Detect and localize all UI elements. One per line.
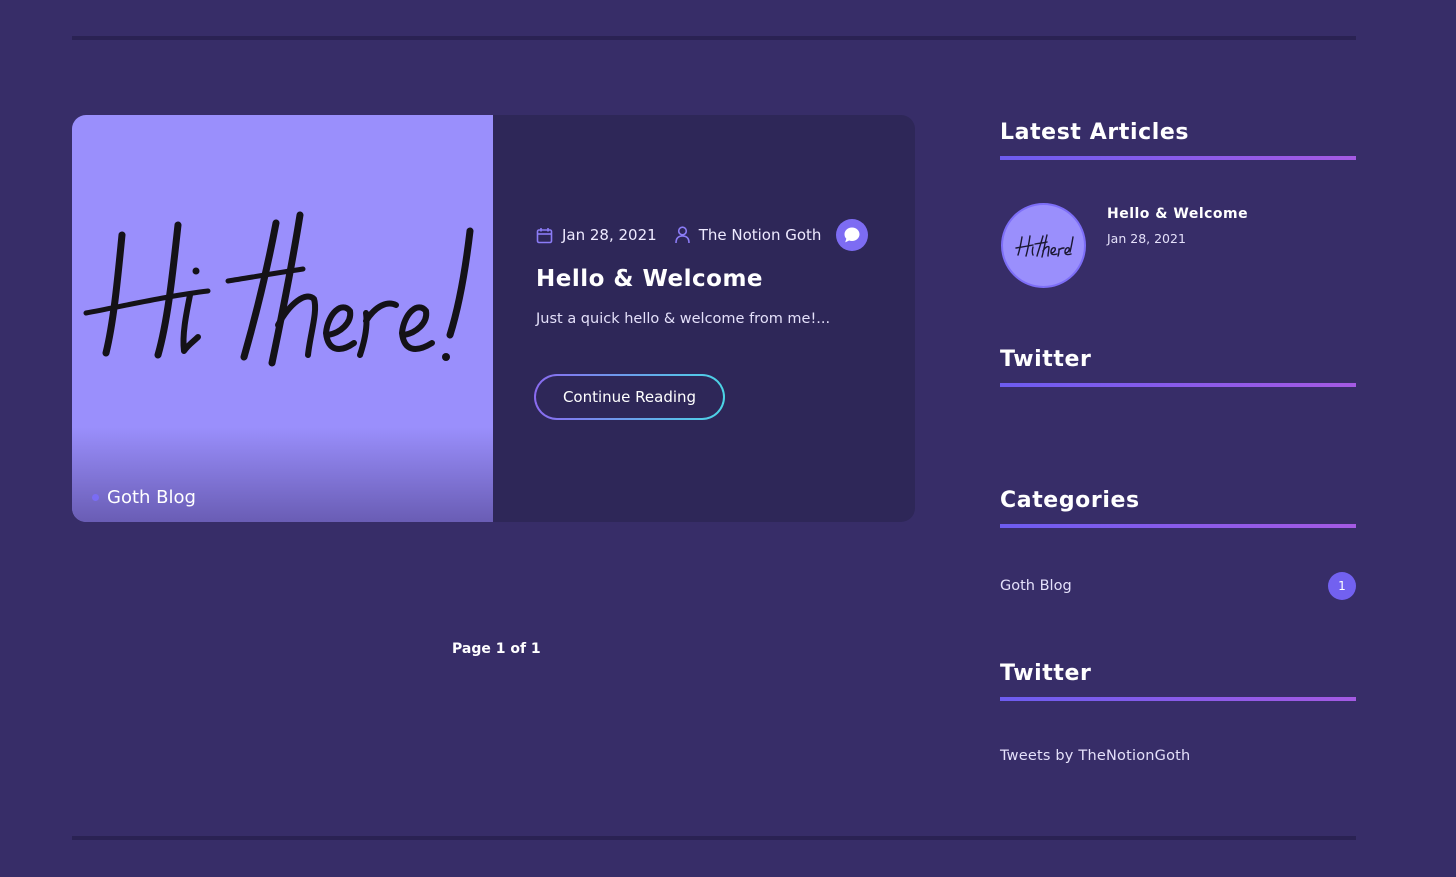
heading-underline <box>1000 697 1356 701</box>
comment-bubble-icon <box>844 227 860 243</box>
post-card-body: Jan 28, 2021 The Notion Goth Hello & Wel… <box>493 115 915 522</box>
post-card: Goth Blog Jan 28, 2021 The Notion Goth H… <box>72 115 915 522</box>
heading-underline <box>1000 156 1356 160</box>
continue-reading-label: Continue Reading <box>536 376 723 418</box>
categories-title: Categories <box>1000 488 1140 513</box>
pagination-label: Page 1 of 1 <box>452 641 541 657</box>
post-excerpt: Just a quick hello & welcome from me!... <box>536 311 831 327</box>
latest-article-thumbnail[interactable] <box>1001 203 1086 288</box>
twitter-title-secondary: Twitter <box>1000 661 1092 686</box>
twitter-heading-secondary: Twitter <box>1000 661 1356 701</box>
bottom-divider <box>72 836 1356 840</box>
comments-button[interactable] <box>836 219 869 251</box>
post-title[interactable]: Hello & Welcome <box>536 266 763 292</box>
post-author[interactable]: The Notion Goth <box>674 226 822 244</box>
heading-underline <box>1000 383 1356 387</box>
category-dot-icon <box>92 494 99 501</box>
category-label: Goth Blog <box>1000 578 1072 594</box>
twitter-title: Twitter <box>1000 347 1092 372</box>
latest-articles-title: Latest Articles <box>1000 120 1190 145</box>
categories-heading: Categories <box>1000 488 1356 528</box>
calendar-icon <box>536 227 553 243</box>
post-category-label: Goth Blog <box>107 487 196 508</box>
category-count-badge: 1 <box>1328 572 1356 600</box>
twitter-heading: Twitter <box>1000 347 1356 387</box>
hi-there-thumbnail-image <box>1014 233 1074 258</box>
post-author-text: The Notion Goth <box>698 226 822 244</box>
heading-underline <box>1000 524 1356 528</box>
hi-there-handwriting-image <box>83 211 474 367</box>
user-icon <box>674 226 690 244</box>
continue-reading-button[interactable]: Continue Reading <box>534 374 725 420</box>
post-meta: Jan 28, 2021 The Notion Goth <box>536 219 869 251</box>
top-divider <box>72 36 1356 40</box>
latest-article-title[interactable]: Hello & Welcome <box>1107 206 1248 222</box>
post-date: Jan 28, 2021 <box>536 226 657 244</box>
post-featured-image[interactable]: Goth Blog <box>72 115 493 522</box>
tweets-by-link[interactable]: Tweets by TheNotionGoth <box>1000 748 1190 764</box>
latest-article-date: Jan 28, 2021 <box>1107 231 1186 246</box>
post-category-tag[interactable]: Goth Blog <box>92 487 196 508</box>
category-item-goth-blog[interactable]: Goth Blog 1 <box>1000 572 1356 600</box>
post-date-text: Jan 28, 2021 <box>562 226 657 244</box>
latest-articles-heading: Latest Articles <box>1000 120 1356 160</box>
